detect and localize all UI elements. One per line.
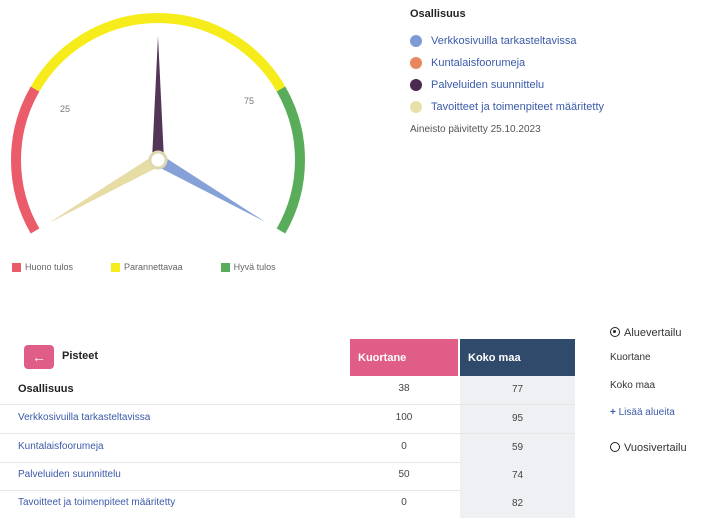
row-label[interactable]: Palveluiden suunnittelu xyxy=(18,469,121,480)
legend-swatch-green xyxy=(220,262,230,272)
legend-item-label: Kuntalaisfoorumeja xyxy=(431,57,526,69)
value-koko-maa: 74 xyxy=(460,462,575,490)
gauge-legend: Huono tulos Parannettavaa Hyvä tulos xyxy=(12,262,314,272)
legend-item-tavoitteet[interactable]: Tavoitteet ja toimenpiteet määritetty xyxy=(410,96,604,118)
column-header-kuortane: Kuortane xyxy=(350,339,458,376)
radio-unselected-icon xyxy=(610,442,620,452)
gauge-legend-poor: Huono tulos xyxy=(12,262,73,272)
row-label[interactable]: Verkkosivuilla tarkasteltavissa xyxy=(18,412,150,423)
table-row: Osallisuus 38 77 xyxy=(0,376,575,405)
radio-selected-icon xyxy=(610,327,620,337)
legend-item-kuntalaisfoorumeja[interactable]: Kuntalaisfoorumeja xyxy=(410,52,604,74)
series-legend: Osallisuus Verkkosivuilla tarkasteltavis… xyxy=(410,8,604,135)
legend-item-palveluiden-suunnittelu[interactable]: Palveluiden suunnittelu xyxy=(410,74,604,96)
year-comparison-label: Vuosivertailu xyxy=(624,442,687,454)
column-header-koko-maa: Koko maa xyxy=(460,339,575,376)
legend-dot-icon xyxy=(410,79,422,91)
gauge-legend-improve: Parannettavaa xyxy=(111,262,183,272)
table-row: Verkkosivuilla tarkasteltavissa 100 95 xyxy=(0,405,575,434)
row-label: Osallisuus xyxy=(18,383,74,395)
table-row: Kuntalaisfoorumeja 0 59 xyxy=(0,434,575,463)
table-row: Tavoitteet ja toimenpiteet määritetty 0 … xyxy=(0,490,575,518)
legend-item-label: Tavoitteet ja toimenpiteet määritetty xyxy=(431,101,605,113)
area-item[interactable]: Koko maa xyxy=(610,380,655,391)
legend-swatch-yellow xyxy=(111,262,121,272)
value-kuortane: 0 xyxy=(401,441,407,452)
gauge-band-0 xyxy=(11,86,40,234)
radio-year-comparison[interactable]: Vuosivertailu xyxy=(610,442,687,454)
gauge-chart: 25 75 xyxy=(11,13,305,234)
area-item[interactable]: Kuortane xyxy=(610,352,651,363)
legend-item-verkkosivut[interactable]: Verkkosivuilla tarkasteltavissa xyxy=(410,30,604,52)
value-koko-maa: 82 xyxy=(460,490,575,518)
legend-swatch-red xyxy=(12,262,21,272)
table-row: Palveluiden suunnittelu 50 74 xyxy=(0,462,575,491)
legend-dot-icon xyxy=(410,35,422,47)
points-label: Pisteet xyxy=(62,350,99,362)
gauge-tick-75: 75 xyxy=(244,96,254,106)
legend-dot-icon xyxy=(410,101,422,113)
legend-title: Osallisuus xyxy=(410,8,466,20)
gauge-hub xyxy=(148,150,168,170)
gauge-legend-label: Huono tulos xyxy=(25,262,74,272)
legend-dot-icon xyxy=(410,57,422,69)
gauge-needle-2 xyxy=(152,36,164,160)
gauge-needle-3 xyxy=(50,154,161,222)
legend-item-label: Palveluiden suunnittelu xyxy=(431,79,545,91)
gauge-band-2 xyxy=(276,86,305,234)
legend-item-label: Verkkosivuilla tarkasteltavissa xyxy=(431,35,577,47)
gauge-legend-label: Hyvä tulos xyxy=(233,262,276,272)
value-kuortane: 38 xyxy=(398,383,410,394)
gauge-legend-good: Hyvä tulos xyxy=(220,262,276,272)
area-comparison-label: Aluevertailu xyxy=(624,327,682,339)
row-label[interactable]: Tavoitteet ja toimenpiteet määritetty xyxy=(18,497,175,508)
value-koko-maa: 59 xyxy=(460,434,575,462)
value-kuortane: 100 xyxy=(395,412,413,423)
gauge-tick-25: 25 xyxy=(60,104,70,114)
radio-area-comparison[interactable]: Aluevertailu xyxy=(610,327,681,339)
row-label[interactable]: Kuntalaisfoorumeja xyxy=(18,441,104,452)
value-kuortane: 50 xyxy=(398,469,410,480)
back-button[interactable]: ← xyxy=(24,345,54,369)
data-updated-text: Aineisto päivitetty 25.10.2023 xyxy=(410,124,541,135)
arrow-left-icon: ← xyxy=(32,349,46,365)
gauge-needle-0 xyxy=(155,154,266,222)
plus-icon: + xyxy=(610,407,616,418)
gauge-legend-label: Parannettavaa xyxy=(124,262,183,272)
value-koko-maa: 95 xyxy=(460,405,575,433)
add-area-label: Lisää alueita xyxy=(618,407,675,418)
value-koko-maa: 77 xyxy=(460,376,575,404)
value-kuortane: 0 xyxy=(401,497,407,508)
add-area-link[interactable]: + Lisää alueita xyxy=(610,407,675,418)
